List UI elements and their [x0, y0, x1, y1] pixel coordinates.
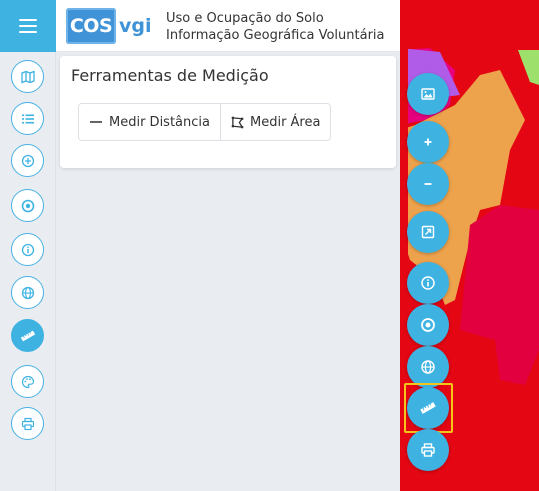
zoom-out-icon: [424, 183, 432, 185]
menu-toggle-button[interactable]: [0, 0, 56, 52]
measure-distance-label: Medir Distância: [109, 114, 210, 130]
map-print-button[interactable]: [407, 429, 449, 471]
measure-area-label: Medir Área: [249, 114, 321, 130]
target-icon: [421, 318, 435, 332]
basemap-button[interactable]: [11, 276, 44, 309]
zoom-extent-icon: [421, 225, 435, 239]
line-icon: [89, 115, 103, 129]
ruler-icon: [20, 330, 35, 341]
map-button[interactable]: [11, 60, 44, 93]
hamburger-icon: [19, 19, 37, 33]
cosvgi-logo[interactable]: COS vgi: [66, 8, 152, 44]
panel-title: Ferramentas de Medição: [71, 66, 269, 85]
legend-list-button[interactable]: [11, 102, 44, 135]
map-locate-button[interactable]: [407, 304, 449, 346]
style-button[interactable]: [11, 365, 44, 398]
measure-area-button[interactable]: Medir Área: [219, 104, 331, 140]
info-icon: [21, 243, 34, 256]
plus-circle-icon: [21, 154, 34, 167]
active-tool-highlight: [404, 383, 453, 433]
list-icon: [21, 114, 34, 123]
app-title-line1: Uso e Ocupação do Solo: [166, 11, 324, 26]
target-icon: [21, 199, 34, 212]
zoom-extent-button[interactable]: [407, 211, 449, 253]
measure-button[interactable]: [11, 319, 44, 352]
locate-button[interactable]: [11, 189, 44, 222]
print-icon: [421, 443, 435, 457]
polygon-icon: [231, 116, 244, 129]
palette-icon: [21, 375, 34, 388]
app-title-line2: Informação Geográfica Voluntária: [166, 28, 385, 43]
info-button[interactable]: [11, 233, 44, 266]
zoom-out-button[interactable]: [407, 163, 449, 205]
image-icon: [421, 88, 435, 100]
map-image-button[interactable]: [407, 73, 449, 115]
map-basemap-button[interactable]: [407, 346, 449, 388]
measure-button-group: Medir Distância Medir Área: [78, 103, 332, 141]
globe-icon: [421, 360, 435, 374]
map-icon: [20, 70, 35, 83]
measurement-tools-panel: Ferramentas de Medição Medir Distância M…: [60, 56, 396, 168]
logo-mark: COS: [66, 8, 116, 44]
print-button[interactable]: [11, 407, 44, 440]
add-layer-button[interactable]: [11, 144, 44, 177]
logo-suffix: vgi: [119, 15, 152, 37]
globe-icon: [21, 286, 34, 299]
zoom-in-button[interactable]: [407, 121, 449, 163]
measure-distance-button[interactable]: Medir Distância: [79, 104, 220, 140]
print-icon: [21, 417, 34, 430]
zoom-in-icon: [424, 138, 432, 146]
app-header: COS vgi Uso e Ocupação do Solo Informaçã…: [56, 0, 400, 52]
app-title: Uso e Ocupação do Solo Informação Geográ…: [166, 10, 385, 44]
info-icon: [421, 276, 435, 290]
left-toolbar: [0, 52, 56, 491]
map-info-button[interactable]: [407, 262, 449, 304]
